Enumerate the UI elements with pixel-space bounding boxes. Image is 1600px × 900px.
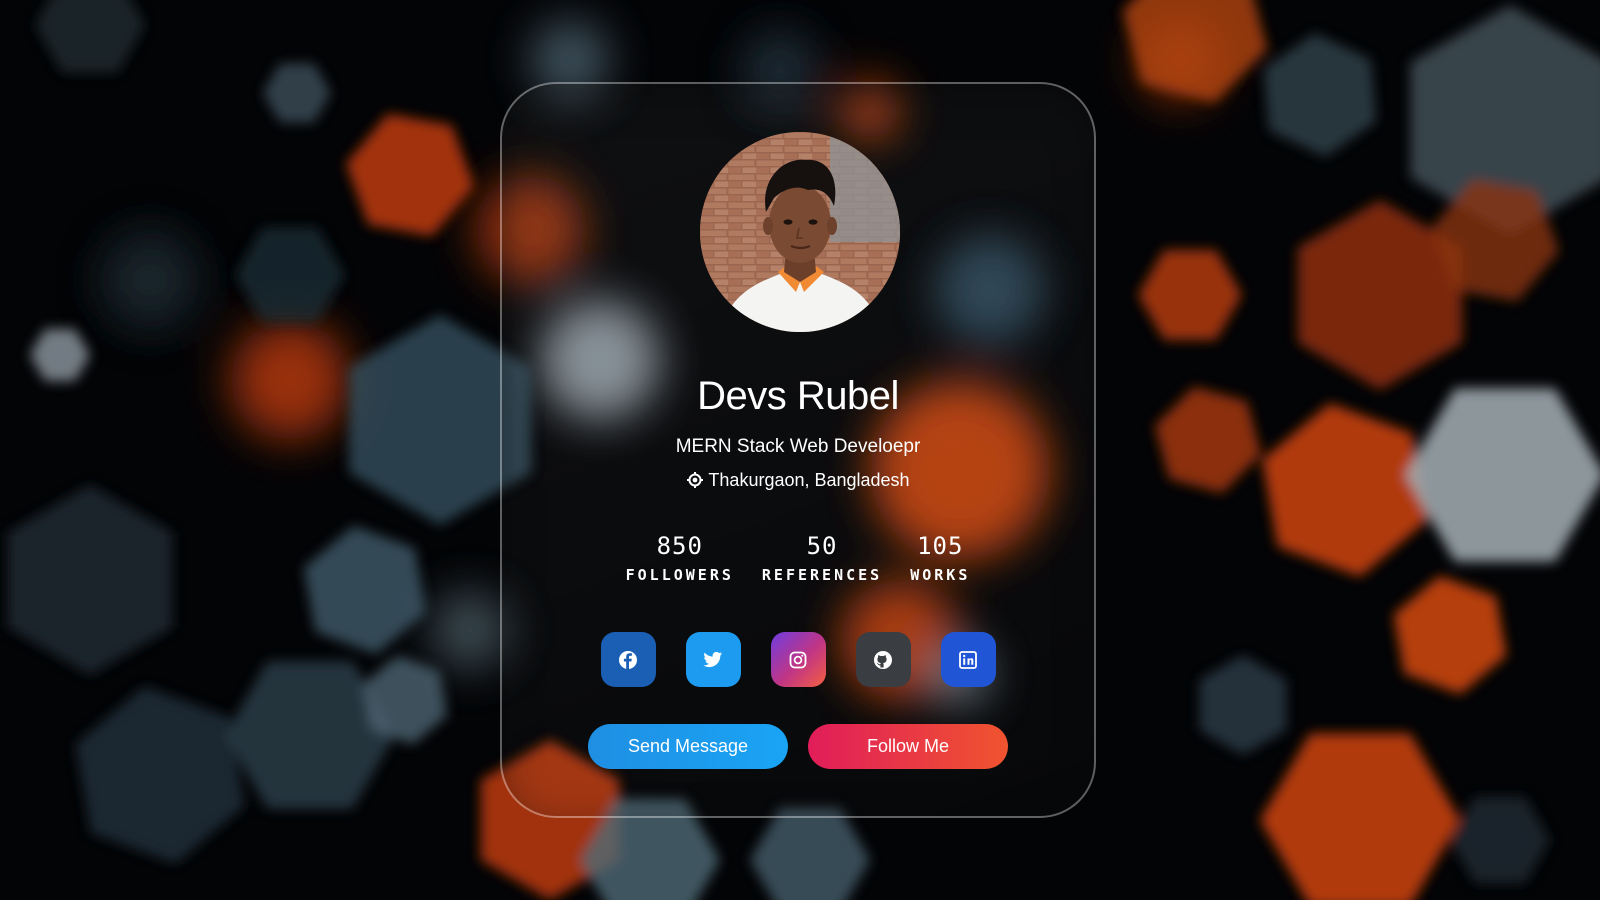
avatar — [700, 132, 900, 332]
stat-value: 50 — [806, 532, 838, 560]
stat-value: 850 — [656, 532, 703, 560]
stats-row: 850 FOLLOWERS 50 REFERENCES 105 WORKS — [502, 532, 1094, 584]
action-buttons: Send Message Follow Me — [502, 724, 1094, 769]
instagram-icon — [789, 651, 807, 668]
instagram-button[interactable] — [770, 632, 826, 687]
github-button[interactable] — [855, 632, 911, 687]
linkedin-icon — [959, 650, 977, 669]
location-pin-icon — [686, 471, 704, 494]
avatar-photo — [700, 132, 900, 332]
stat-label: WORKS — [910, 566, 971, 584]
location-text: Thakurgaon, Bangladesh — [708, 470, 910, 490]
social-links — [502, 632, 1094, 687]
facebook-icon — [619, 650, 637, 669]
twitter-button[interactable] — [685, 632, 741, 687]
stat-followers: 850 FOLLOWERS — [626, 532, 734, 584]
profile-card: Devs Rubel MERN Stack Web Develoepr Thak… — [500, 82, 1096, 818]
facebook-button[interactable] — [600, 632, 656, 687]
stat-works: 105 WORKS — [910, 532, 970, 584]
linkedin-button[interactable] — [940, 632, 996, 687]
stat-label: FOLLOWERS — [625, 566, 734, 584]
profile-role: MERN Stack Web Develoepr — [675, 436, 921, 457]
follow-me-button[interactable]: Follow Me — [808, 724, 1008, 769]
github-icon — [874, 650, 892, 669]
twitter-icon — [703, 651, 723, 667]
stat-references: 50 REFERENCES — [762, 532, 882, 584]
stat-label: REFERENCES — [761, 566, 883, 584]
profile-location: Thakurgaon, Bangladesh — [502, 470, 1094, 494]
profile-name: Devs Rubel — [697, 374, 899, 418]
stat-value: 105 — [917, 532, 964, 560]
send-message-button[interactable]: Send Message — [588, 724, 788, 769]
